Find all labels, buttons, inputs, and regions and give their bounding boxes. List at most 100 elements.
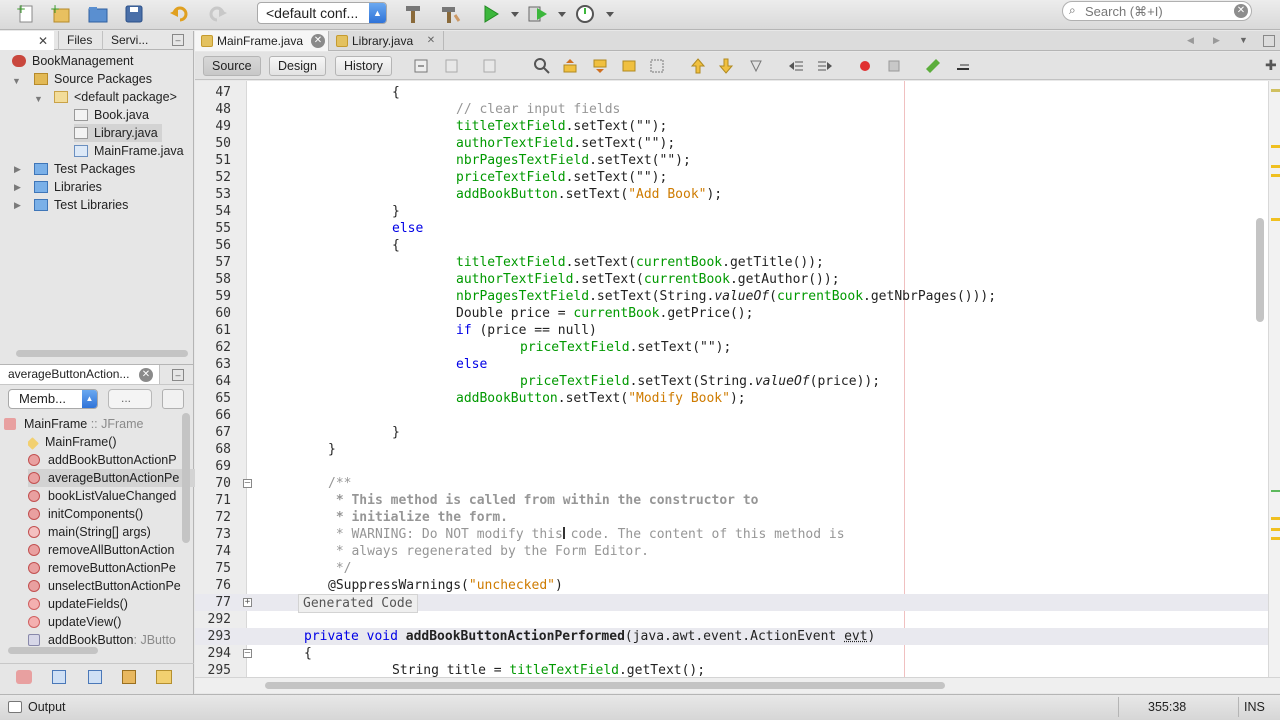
new-project-icon[interactable]: + [49,2,73,25]
list-item[interactable]: removeAllButtonAction [28,541,208,559]
annotation-mark[interactable] [1271,89,1280,92]
undo-icon[interactable] [168,3,192,25]
list-item[interactable]: main(String[] args) [28,523,208,541]
filter-inherited-icon[interactable] [156,670,172,684]
toggle-bookmark-icon[interactable] [747,57,765,75]
run-icon[interactable] [479,3,503,25]
debug-icon[interactable] [525,3,549,25]
toggle-rect-select-icon[interactable] [648,57,666,75]
back-icon[interactable] [443,57,461,75]
shift-left-icon[interactable] [787,57,805,75]
list-item-selected[interactable]: averageButtonActionPe [28,469,208,487]
tab-mainframe-java[interactable]: MainFrame.java ✕ [195,31,329,51]
horizontal-scrollbar[interactable] [16,350,188,357]
tab-files[interactable]: Files [58,31,103,50]
list-item[interactable]: MainFrame() [28,433,208,451]
annotation-mark[interactable] [1271,537,1280,540]
list-item[interactable]: addBookButtonActionP [28,451,208,469]
navigator-options-icon[interactable] [162,389,184,409]
expanded-triangle-icon[interactable]: ▼ [12,76,21,86]
clear-search-icon[interactable]: ✕ [1234,4,1248,18]
tab-library-java[interactable]: Library.java ✕ [330,31,444,51]
next-bookmark-icon[interactable] [717,57,735,75]
filter-static-icon[interactable] [88,670,102,684]
profile-dropdown-icon[interactable] [598,3,614,25]
annotation-mark[interactable] [1271,165,1280,168]
vertical-scrollbar[interactable] [182,413,190,543]
horizontal-scrollbar[interactable] [265,682,945,689]
start-macro-icon[interactable] [856,57,874,75]
list-item[interactable]: unselectButtonActionPe [28,577,208,595]
tree-node-test-packages[interactable]: Test Packages [34,160,135,178]
tree-node-library-java[interactable]: Library.java [74,124,162,142]
collapsed-triangle-icon[interactable]: ▶ [14,182,21,193]
secondary-filter-select[interactable]: ... [108,389,152,409]
run-dropdown-icon[interactable] [503,3,519,25]
annotation-mark[interactable] [1271,517,1280,520]
minimize-panel-icon[interactable]: – [172,34,184,46]
close-icon[interactable]: ✕ [139,368,153,382]
tree-node-project[interactable]: BookManagement [12,52,133,70]
tree-node-book-java[interactable]: Book.java [74,106,149,124]
fold-collapse-icon[interactable]: – [243,479,252,488]
shift-right-icon[interactable] [816,57,834,75]
tab-projects[interactable]: ✕ [0,31,54,50]
stop-macro-icon[interactable] [885,57,903,75]
debug-dropdown-icon[interactable] [550,3,566,25]
members-filter-select[interactable]: Memb... ▲ [8,389,98,409]
find-previous-icon[interactable] [561,57,579,75]
expanded-triangle-icon[interactable]: ▼ [34,94,43,104]
insert-mode[interactable]: INS [1244,700,1265,714]
scroll-tabs-left-icon[interactable]: ◀ [1187,35,1194,46]
source-view-button[interactable]: Source [203,56,261,76]
list-item-class[interactable]: MainFrame :: JFrame [4,415,184,433]
close-icon[interactable]: ✕ [36,34,50,48]
maximize-editor-icon[interactable] [1263,35,1275,47]
find-icon[interactable] [533,57,551,75]
show-opened-documents-icon[interactable]: ▼ [1239,35,1248,45]
list-item[interactable]: updateFields() [28,595,208,613]
list-item[interactable]: initComponents() [28,505,208,523]
history-view-button[interactable]: History [335,56,392,76]
filter-nonpublic-icon[interactable] [122,670,136,684]
close-icon[interactable]: ✕ [424,34,438,48]
profile-icon[interactable] [573,3,597,25]
design-view-button[interactable]: Design [269,56,326,76]
save-all-icon[interactable] [122,3,146,25]
collapsed-triangle-icon[interactable]: ▶ [14,200,21,211]
last-edit-icon[interactable] [413,57,431,75]
find-next-icon[interactable] [591,57,609,75]
build-hammer-icon[interactable] [401,3,425,25]
tree-node-test-libraries[interactable]: Test Libraries [34,196,128,214]
search-input[interactable]: ⌕ Search (⌘+I) ✕ [1062,1,1252,21]
filter-fields-icon[interactable] [52,670,66,684]
collapsed-triangle-icon[interactable]: ▶ [14,164,21,175]
tree-node-default-package[interactable]: <default package> [54,88,177,106]
redo-icon[interactable] [205,3,229,25]
annotation-mark[interactable] [1271,174,1280,177]
scroll-tabs-right-icon[interactable]: ▶ [1213,35,1220,46]
tree-node-mainframe-java[interactable]: MainFrame.java [74,142,184,160]
output-button[interactable]: Output [28,700,66,714]
toggle-highlight-icon[interactable] [620,57,638,75]
minimize-panel-icon[interactable]: – [172,369,184,381]
tab-services[interactable]: Servi... [102,31,157,50]
close-icon[interactable]: ✕ [311,34,325,48]
code-editor[interactable]: 47 { 48 // clear input fields 49 titleTextF… [195,81,1268,677]
split-editor-icon[interactable]: ✚ [1265,57,1277,74]
forward-icon[interactable] [481,57,499,75]
filter-class-icon[interactable] [16,670,32,684]
fold-expand-icon[interactable]: + [243,598,252,607]
list-item[interactable]: updateView() [28,613,208,631]
tree-node-libraries[interactable]: Libraries [34,178,102,196]
annotation-mark[interactable] [1271,145,1280,148]
uncomment-icon[interactable] [954,57,972,75]
fold-collapse-icon[interactable]: – [243,649,252,658]
editor-vertical-scrollbar[interactable] [1256,218,1264,322]
tree-node-source-packages[interactable]: Source Packages [34,70,152,88]
list-item[interactable]: bookListValueChanged [28,487,208,505]
clean-build-icon[interactable] [438,3,462,25]
previous-bookmark-icon[interactable] [689,57,707,75]
open-project-icon[interactable] [86,3,110,25]
horizontal-scrollbar[interactable] [8,647,98,654]
